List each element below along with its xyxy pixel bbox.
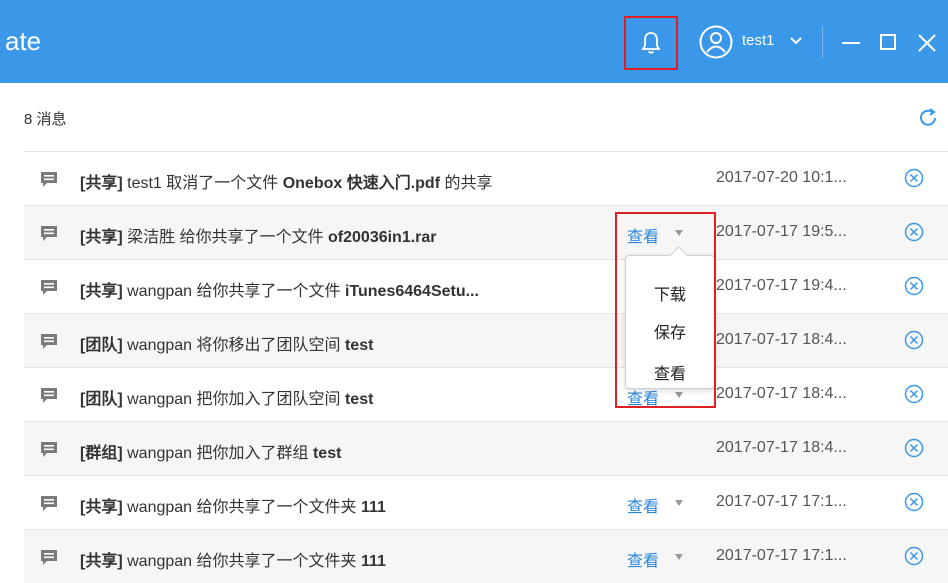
caret-down-icon[interactable] xyxy=(675,500,683,506)
message-category: [共享] xyxy=(80,283,123,300)
view-link[interactable]: 查看 xyxy=(627,493,659,517)
titlebar-divider xyxy=(822,26,823,58)
message-icon xyxy=(41,280,57,295)
message-body: wangpan 把你加入了群组 xyxy=(122,445,313,462)
message-category: [共享] xyxy=(80,553,123,570)
message-row[interactable]: [群组] wangpan 把你加入了群组 test 2017-07-17 18:4… xyxy=(24,421,948,475)
message-category: [共享] xyxy=(80,175,123,192)
bell-icon xyxy=(641,32,661,54)
message-text: [共享] wangpan 给你共享了一个文件夹 111 xyxy=(80,547,386,571)
message-date: 2017-07-17 18:4... xyxy=(716,439,847,456)
message-object: test xyxy=(312,445,342,462)
message-body: wangpan 给你共享了一个文件 xyxy=(122,283,345,300)
message-body: 梁洁胜 给你共享了一个文件 xyxy=(122,229,329,246)
message-text: [共享] wangpan 给你共享了一个文件夹 111 xyxy=(80,493,386,517)
close-icon[interactable] xyxy=(917,33,937,53)
message-object: test xyxy=(344,337,374,354)
menu-item-view[interactable]: 查看 xyxy=(626,360,714,384)
message-category: [群组] xyxy=(80,445,123,462)
message-date: 2017-07-17 19:4... xyxy=(716,277,847,294)
delete-circle-icon[interactable] xyxy=(904,492,924,512)
refresh-icon[interactable] xyxy=(917,107,939,129)
maximize-button[interactable] xyxy=(880,34,896,50)
message-date: 2017-07-17 17:1... xyxy=(716,547,847,564)
message-date: 2017-07-17 17:1... xyxy=(716,493,847,510)
message-row[interactable]: [共享] wangpan 给你共享了一个文件夹 111 查看 2017-07-17 … xyxy=(24,475,948,529)
message-row[interactable]: [共享] 梁洁胜 给你共享了一个文件 of20036in1.rar 查看 2017-… xyxy=(24,205,948,259)
message-object: iTunes6464Setu... xyxy=(344,283,479,300)
message-object: 111 xyxy=(360,499,386,516)
message-row[interactable]: [共享] wangpan 给你共享了一个文件 iTunes6464Setu...… xyxy=(24,259,948,313)
delete-circle-icon[interactable] xyxy=(904,168,924,188)
message-date: 2017-07-17 18:4... xyxy=(716,385,847,402)
message-date: 2017-07-17 19:5... xyxy=(716,223,847,240)
message-text: [团队] wangpan 将你移出了团队空间 test xyxy=(80,331,373,355)
app-title: ate xyxy=(5,26,42,56)
notification-button[interactable] xyxy=(624,16,678,70)
message-body: wangpan 把你加入了团队空间 xyxy=(122,391,345,408)
message-row[interactable]: [共享] wangpan 给你共享了一个文件夹 111 查看 2017-07-17 … xyxy=(24,529,948,583)
minimize-button[interactable] xyxy=(842,42,860,44)
message-list: [共享] test1 取消了一个文件 Onebox 快速入门.pdf 的共享 20… xyxy=(24,151,948,583)
message-date: 2017-07-20 10:1... xyxy=(716,169,847,186)
message-object: test xyxy=(344,391,374,408)
caret-down-icon[interactable] xyxy=(675,554,683,560)
delete-circle-icon[interactable] xyxy=(904,546,924,566)
message-category: [团队] xyxy=(80,391,123,408)
message-icon xyxy=(41,388,57,403)
chevron-down-icon[interactable] xyxy=(790,37,802,45)
message-body: test1 取消了一个文件 xyxy=(122,175,283,192)
message-body: wangpan 将你移出了团队空间 xyxy=(122,337,345,354)
view-link[interactable]: 查看 xyxy=(627,547,659,571)
message-icon xyxy=(41,226,57,241)
delete-circle-icon[interactable] xyxy=(904,330,924,350)
message-row[interactable]: [共享] test1 取消了一个文件 Onebox 快速入门.pdf 的共享 20… xyxy=(24,151,948,205)
message-text: [团队] wangpan 把你加入了团队空间 test xyxy=(80,385,373,409)
message-body: wangpan 给你共享了一个文件夹 xyxy=(122,553,361,570)
message-text: [共享] test1 取消了一个文件 Onebox 快速入门.pdf 的共享 xyxy=(80,169,493,193)
message-text: [群组] wangpan 把你加入了群组 test xyxy=(80,439,341,463)
view-dropdown-menu: 下载 保存 查看 xyxy=(625,246,715,389)
message-text: [共享] 梁洁胜 给你共享了一个文件 of20036in1.rar xyxy=(80,223,437,247)
delete-circle-icon[interactable] xyxy=(904,276,924,296)
message-body: wangpan 给你共享了一个文件夹 xyxy=(122,499,361,516)
message-count: 8 消息 xyxy=(24,111,67,128)
message-text: [共享] wangpan 给你共享了一个文件 iTunes6464Setu... xyxy=(80,277,479,301)
message-icon xyxy=(41,172,57,187)
title-bar: ate test1 xyxy=(0,0,948,83)
message-date: 2017-07-17 18:4... xyxy=(716,331,847,348)
delete-circle-icon[interactable] xyxy=(904,438,924,458)
menu-item-save[interactable]: 保存 xyxy=(626,319,714,343)
message-suffix: 的共享 xyxy=(440,175,493,192)
message-icon xyxy=(41,334,57,349)
username[interactable]: test1 xyxy=(742,32,775,49)
message-object: of20036in1.rar xyxy=(328,229,437,246)
menu-item-download[interactable]: 下载 xyxy=(626,281,714,305)
message-category: [共享] xyxy=(80,229,123,246)
message-object: Onebox 快速入门.pdf xyxy=(282,175,441,192)
caret-down-icon[interactable] xyxy=(675,230,683,236)
delete-circle-icon[interactable] xyxy=(904,384,924,404)
message-row[interactable]: [团队] wangpan 将你移出了团队空间 test 2017-07-17 18… xyxy=(24,313,948,367)
delete-circle-icon[interactable] xyxy=(904,222,924,242)
message-icon xyxy=(41,442,57,457)
message-object: 111 xyxy=(360,553,386,570)
view-link[interactable]: 查看 xyxy=(627,223,659,247)
message-row[interactable]: [团队] wangpan 把你加入了团队空间 test 查看 2017-07-17 … xyxy=(24,367,948,421)
message-icon xyxy=(41,496,57,511)
message-category: [共享] xyxy=(80,499,123,516)
message-category: [团队] xyxy=(80,337,123,354)
message-icon xyxy=(41,550,57,565)
caret-down-icon[interactable] xyxy=(675,392,683,398)
user-circle-icon[interactable] xyxy=(699,25,733,59)
